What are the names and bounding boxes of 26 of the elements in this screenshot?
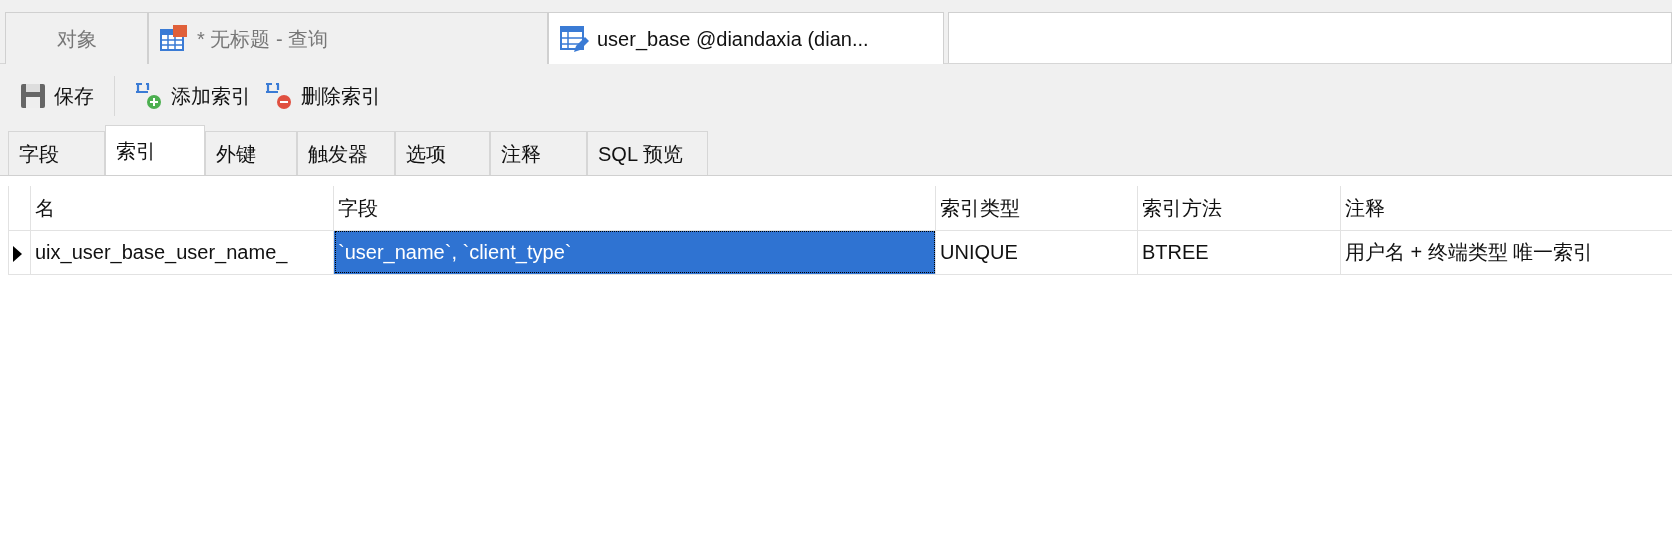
column-header[interactable]: 字段 <box>333 186 936 230</box>
add-index-button[interactable]: 添加索引 <box>131 77 255 115</box>
tab[interactable]: 索引 <box>105 125 205 175</box>
table-edit-icon <box>559 23 589 54</box>
save-icon <box>18 81 48 111</box>
tab-label: user_base @diandaxia (dian... <box>597 26 869 53</box>
tab[interactable]: 外键 <box>205 131 297 175</box>
save-button[interactable]: 保存 <box>14 77 98 115</box>
table-cell[interactable]: `user_name`, `client_type` <box>333 230 936 274</box>
tab[interactable]: 注释 <box>490 131 587 175</box>
column-header[interactable]: 名 <box>30 186 334 230</box>
tab[interactable]: SQL 预览 <box>587 131 708 175</box>
document-tab[interactable]: 对象 <box>5 12 148 64</box>
table-cell[interactable]: uix_user_base_user_name_ <box>30 230 334 274</box>
tab[interactable]: 字段 <box>8 131 105 175</box>
calendar-grid-icon <box>159 23 189 54</box>
tab[interactable]: 选项 <box>395 131 490 175</box>
delete-index-button[interactable]: 删除索引 <box>261 77 385 115</box>
tab[interactable]: 触发器 <box>297 131 395 175</box>
document-tab[interactable]: * 无标题 - 查询 <box>148 12 548 64</box>
table-cell[interactable]: BTREE <box>1137 230 1341 274</box>
tab-label: * 无标题 - 查询 <box>197 26 329 52</box>
table-cell[interactable]: UNIQUE <box>935 230 1138 274</box>
column-header[interactable]: 索引类型 <box>935 186 1138 230</box>
column-header[interactable]: 索引方法 <box>1137 186 1341 230</box>
document-tab[interactable]: user_base @diandaxia (dian... <box>548 12 944 64</box>
